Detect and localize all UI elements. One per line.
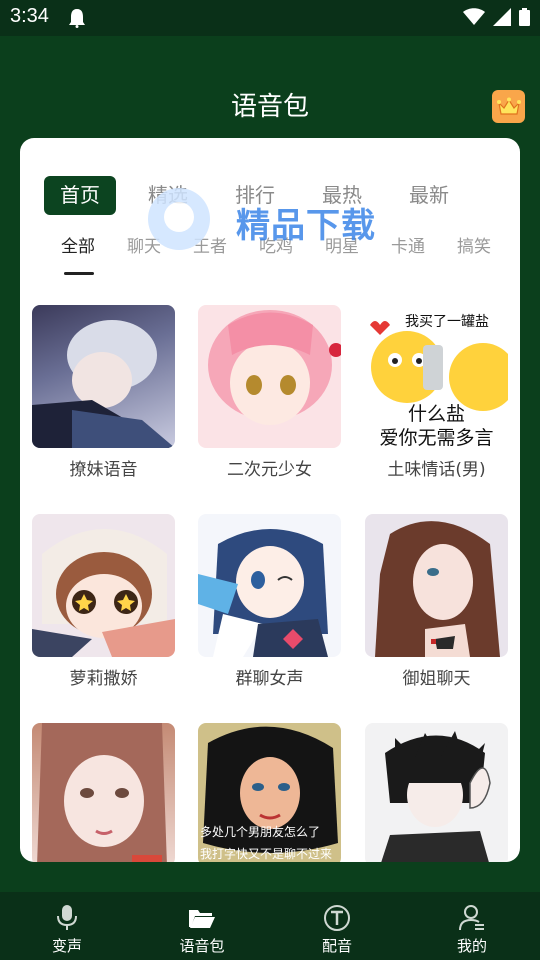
voice-pack-item[interactable]: 多处几个男朋友怎么了 我打字快又不是聊不过来 xyxy=(198,723,341,862)
voice-pack-label: 御姐聊天 xyxy=(402,669,471,689)
status-time: 3:34 xyxy=(10,5,49,27)
tab-home[interactable]: 首页 xyxy=(44,176,116,215)
retro-woman-avatar: 多处几个男朋友怎么了 我打字快又不是聊不过来 xyxy=(198,723,341,862)
voice-pack-label: 撩妹语音 xyxy=(69,460,138,480)
tab-hottest[interactable]: 最热 xyxy=(318,176,366,215)
girl-portrait-avatar xyxy=(32,723,175,862)
voice-pack-item[interactable]: 我买了一罐盐 什么盐 爱你无需多言 土味情话(男) xyxy=(365,305,508,480)
tab-ranking[interactable]: 排行 xyxy=(231,176,279,215)
subtab-star[interactable]: 明星 xyxy=(325,232,359,257)
status-bar: 3:34 xyxy=(0,0,540,36)
voice-pack-label: 二次元少女 xyxy=(227,460,312,480)
text-dubbing-icon xyxy=(324,905,350,931)
microphone-icon xyxy=(57,905,77,930)
anime-boy-lying-avatar xyxy=(32,305,175,448)
signal-icon xyxy=(493,8,511,30)
nav-label: 我的 xyxy=(456,937,487,955)
vip-crown-button[interactable] xyxy=(492,90,525,123)
nav-voice-pack[interactable]: 语音包 xyxy=(152,892,252,960)
subtab-funny[interactable]: 搞笑 xyxy=(457,232,491,257)
content-card: 首页 精选 排行 最热 最新 全部 聊天 王者 吃鸡 明星 卡通 搞笑 精品下载 xyxy=(20,138,520,862)
subtab-all[interactable]: 全部 xyxy=(61,232,95,257)
chibi-girl-avatar xyxy=(32,514,175,657)
pink-hair-girl-avatar xyxy=(198,305,341,448)
user-icon xyxy=(459,905,484,931)
voice-pack-label: 群聊女声 xyxy=(235,669,304,689)
woman-portrait-avatar xyxy=(365,514,508,657)
folder-open-icon xyxy=(189,910,215,928)
nav-label: 语音包 xyxy=(179,937,225,955)
subtab-king[interactable]: 王者 xyxy=(193,232,227,257)
nav-voice-changer[interactable]: 变声 xyxy=(17,892,117,960)
voice-pack-item[interactable] xyxy=(365,723,508,862)
meme-top-text: 我买了一罐盐 xyxy=(405,314,489,330)
voice-pack-item[interactable]: 撩妹语音 xyxy=(32,305,175,480)
subcategory-tabs: 全部 聊天 王者 吃鸡 明星 卡通 搞笑 xyxy=(20,232,520,272)
meme-caption-2: 我打字快又不是聊不过来 xyxy=(200,847,333,861)
subtab-indicator xyxy=(64,272,94,275)
tab-newest[interactable]: 最新 xyxy=(405,176,453,215)
voice-pack-label: 土味情话(男) xyxy=(387,460,486,480)
voice-pack-label: 萝莉撒娇 xyxy=(69,669,138,689)
nav-profile[interactable]: 我的 xyxy=(422,892,522,960)
notification-icon xyxy=(68,8,86,32)
category-tabs: 首页 精选 排行 最热 最新 xyxy=(44,176,520,216)
tab-featured[interactable]: 精选 xyxy=(144,176,192,215)
crown-icon xyxy=(496,97,521,115)
emoji-meme-avatar: 我买了一罐盐 什么盐 爱你无需多言 xyxy=(365,305,508,448)
wifi-icon xyxy=(463,8,485,30)
nav-label: 变声 xyxy=(51,937,82,955)
nav-dubbing[interactable]: 配音 xyxy=(287,892,387,960)
subtab-chat[interactable]: 聊天 xyxy=(127,232,161,257)
bottom-navigation: 变声 语音包 配音 我的 xyxy=(0,892,540,960)
battery-icon xyxy=(519,8,530,30)
subtab-pubg[interactable]: 吃鸡 xyxy=(259,232,293,257)
meme-caption-1: 多处几个男朋友怎么了 xyxy=(200,825,321,839)
page-title: 语音包 xyxy=(230,92,309,122)
voice-pack-item[interactable]: 群聊女声 xyxy=(198,514,341,689)
voice-pack-item[interactable]: 御姐聊天 xyxy=(365,514,508,689)
subtab-cartoon[interactable]: 卡通 xyxy=(391,232,425,257)
voice-pack-item[interactable]: 二次元少女 xyxy=(198,305,341,480)
nav-label: 配音 xyxy=(321,937,352,955)
meme-bottom-text-1: 什么盐 xyxy=(407,403,465,425)
voice-pack-item[interactable]: 萝莉撒娇 xyxy=(32,514,175,689)
meme-bottom-text-2: 爱你无需多言 xyxy=(379,427,494,448)
blue-hair-girl-avatar xyxy=(198,514,341,657)
dark-hair-boy-avatar xyxy=(365,723,508,862)
voice-pack-item[interactable] xyxy=(32,723,175,862)
